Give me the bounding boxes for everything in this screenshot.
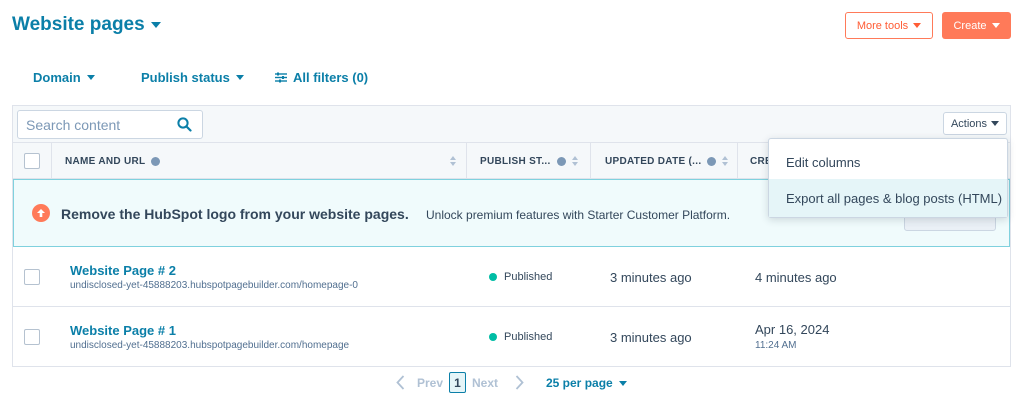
more-tools-button[interactable]: More tools: [845, 12, 933, 39]
created-date: Apr 16, 2024: [755, 322, 830, 337]
published-dot-icon: [489, 273, 497, 281]
published-dot-icon: [489, 333, 497, 341]
domain-filter-label: Domain: [33, 70, 81, 85]
table-row: Website Page # 1 undisclosed-yet-4588820…: [13, 307, 1010, 367]
column-divider: [737, 143, 738, 179]
chevron-down-icon: [991, 23, 1000, 28]
chevron-right-icon[interactable]: [515, 375, 524, 390]
column-divider: [466, 143, 467, 179]
info-icon[interactable]: [556, 156, 566, 166]
sort-icon[interactable]: [571, 156, 578, 166]
all-filters-label: All filters (0): [293, 70, 369, 85]
column-header-label: UPDATED DATE (...: [605, 155, 702, 167]
create-button[interactable]: Create: [942, 12, 1011, 39]
next-button[interactable]: Next: [472, 376, 498, 390]
banner-subtitle: Unlock premium features with Starter Cus…: [426, 208, 731, 222]
created-date: 4 minutes ago: [755, 270, 837, 285]
search-icon[interactable]: [177, 117, 192, 132]
publish-status-filter[interactable]: Publish status: [141, 70, 244, 85]
menu-item-edit-columns[interactable]: Edit columns: [769, 143, 1007, 181]
page-url: undisclosed-yet-45888203.hubspotpagebuil…: [70, 280, 358, 291]
per-page-label: 25 per page: [546, 376, 613, 390]
select-all-checkbox[interactable]: [24, 153, 40, 169]
search-box: [17, 110, 203, 139]
per-page-dropdown[interactable]: 25 per page: [546, 376, 627, 390]
row-checkbox[interactable]: [24, 269, 40, 285]
column-header-updated-date[interactable]: UPDATED DATE (...: [605, 143, 729, 179]
pagination: Prev 1 Next 25 per page: [0, 372, 1024, 394]
column-header-label: NAME AND URL: [65, 155, 146, 167]
created-time: 11:24 AM: [755, 340, 797, 351]
page-number-button[interactable]: 1: [449, 372, 466, 393]
filter-bar: Domain Publish status All filters (0): [0, 70, 1024, 88]
page-name-link[interactable]: Website Page # 1: [70, 323, 176, 338]
publish-status-filter-label: Publish status: [141, 70, 230, 85]
actions-button[interactable]: Actions: [943, 112, 1007, 135]
sort-icon[interactable]: [722, 156, 729, 166]
updated-date: 3 minutes ago: [610, 330, 692, 345]
status-badge: Published: [489, 331, 552, 343]
page-name-link[interactable]: Website Page # 2: [70, 263, 176, 278]
status-label: Published: [504, 271, 553, 283]
table-row: Website Page # 2 undisclosed-yet-4588820…: [13, 247, 1010, 307]
chevron-down-icon: [150, 22, 161, 28]
column-header-name-url[interactable]: NAME AND URL: [65, 143, 161, 179]
arrow-up-icon: [32, 204, 50, 222]
status-badge: Published: [489, 271, 552, 283]
column-divider: [590, 143, 591, 179]
column-divider: [51, 143, 52, 179]
chevron-down-icon: [86, 75, 95, 80]
info-icon[interactable]: [707, 156, 717, 166]
updated-date: 3 minutes ago: [610, 270, 692, 285]
page-title: Website pages: [12, 14, 145, 35]
page-url: undisclosed-yet-45888203.hubspotpagebuil…: [70, 340, 350, 351]
status-label: Published: [504, 331, 553, 343]
chevron-down-icon: [991, 121, 1000, 126]
menu-item-label: Edit columns: [786, 154, 861, 170]
domain-filter[interactable]: Domain: [33, 70, 95, 85]
chevron-down-icon: [235, 75, 244, 80]
actions-menu: Edit columns Export all pages & blog pos…: [768, 138, 1008, 218]
menu-item-export-pages[interactable]: Export all pages & blog posts (HTML): [769, 179, 1007, 217]
actions-label: Actions: [950, 117, 988, 130]
sort-icon[interactable]: [450, 156, 456, 166]
banner-title: Remove the HubSpot logo from your websit…: [61, 206, 409, 222]
chevron-left-icon[interactable]: [396, 375, 405, 390]
row-checkbox[interactable]: [24, 329, 40, 345]
chevron-down-icon: [618, 380, 627, 386]
menu-item-label: Export all pages & blog posts (HTML): [786, 190, 1003, 206]
more-tools-label: More tools: [856, 19, 909, 32]
info-icon[interactable]: [151, 156, 161, 166]
column-header-label: PUBLISH ST...: [480, 155, 551, 167]
search-input[interactable]: [26, 116, 166, 133]
column-header-publish-status[interactable]: PUBLISH ST...: [480, 143, 578, 179]
all-filters-button[interactable]: All filters (0): [275, 70, 368, 85]
create-label: Create: [953, 19, 987, 32]
page-title-dropdown[interactable]: Website pages: [12, 14, 161, 36]
sliders-icon: [275, 72, 287, 83]
prev-button[interactable]: Prev: [417, 376, 443, 390]
chevron-down-icon: [913, 23, 922, 28]
